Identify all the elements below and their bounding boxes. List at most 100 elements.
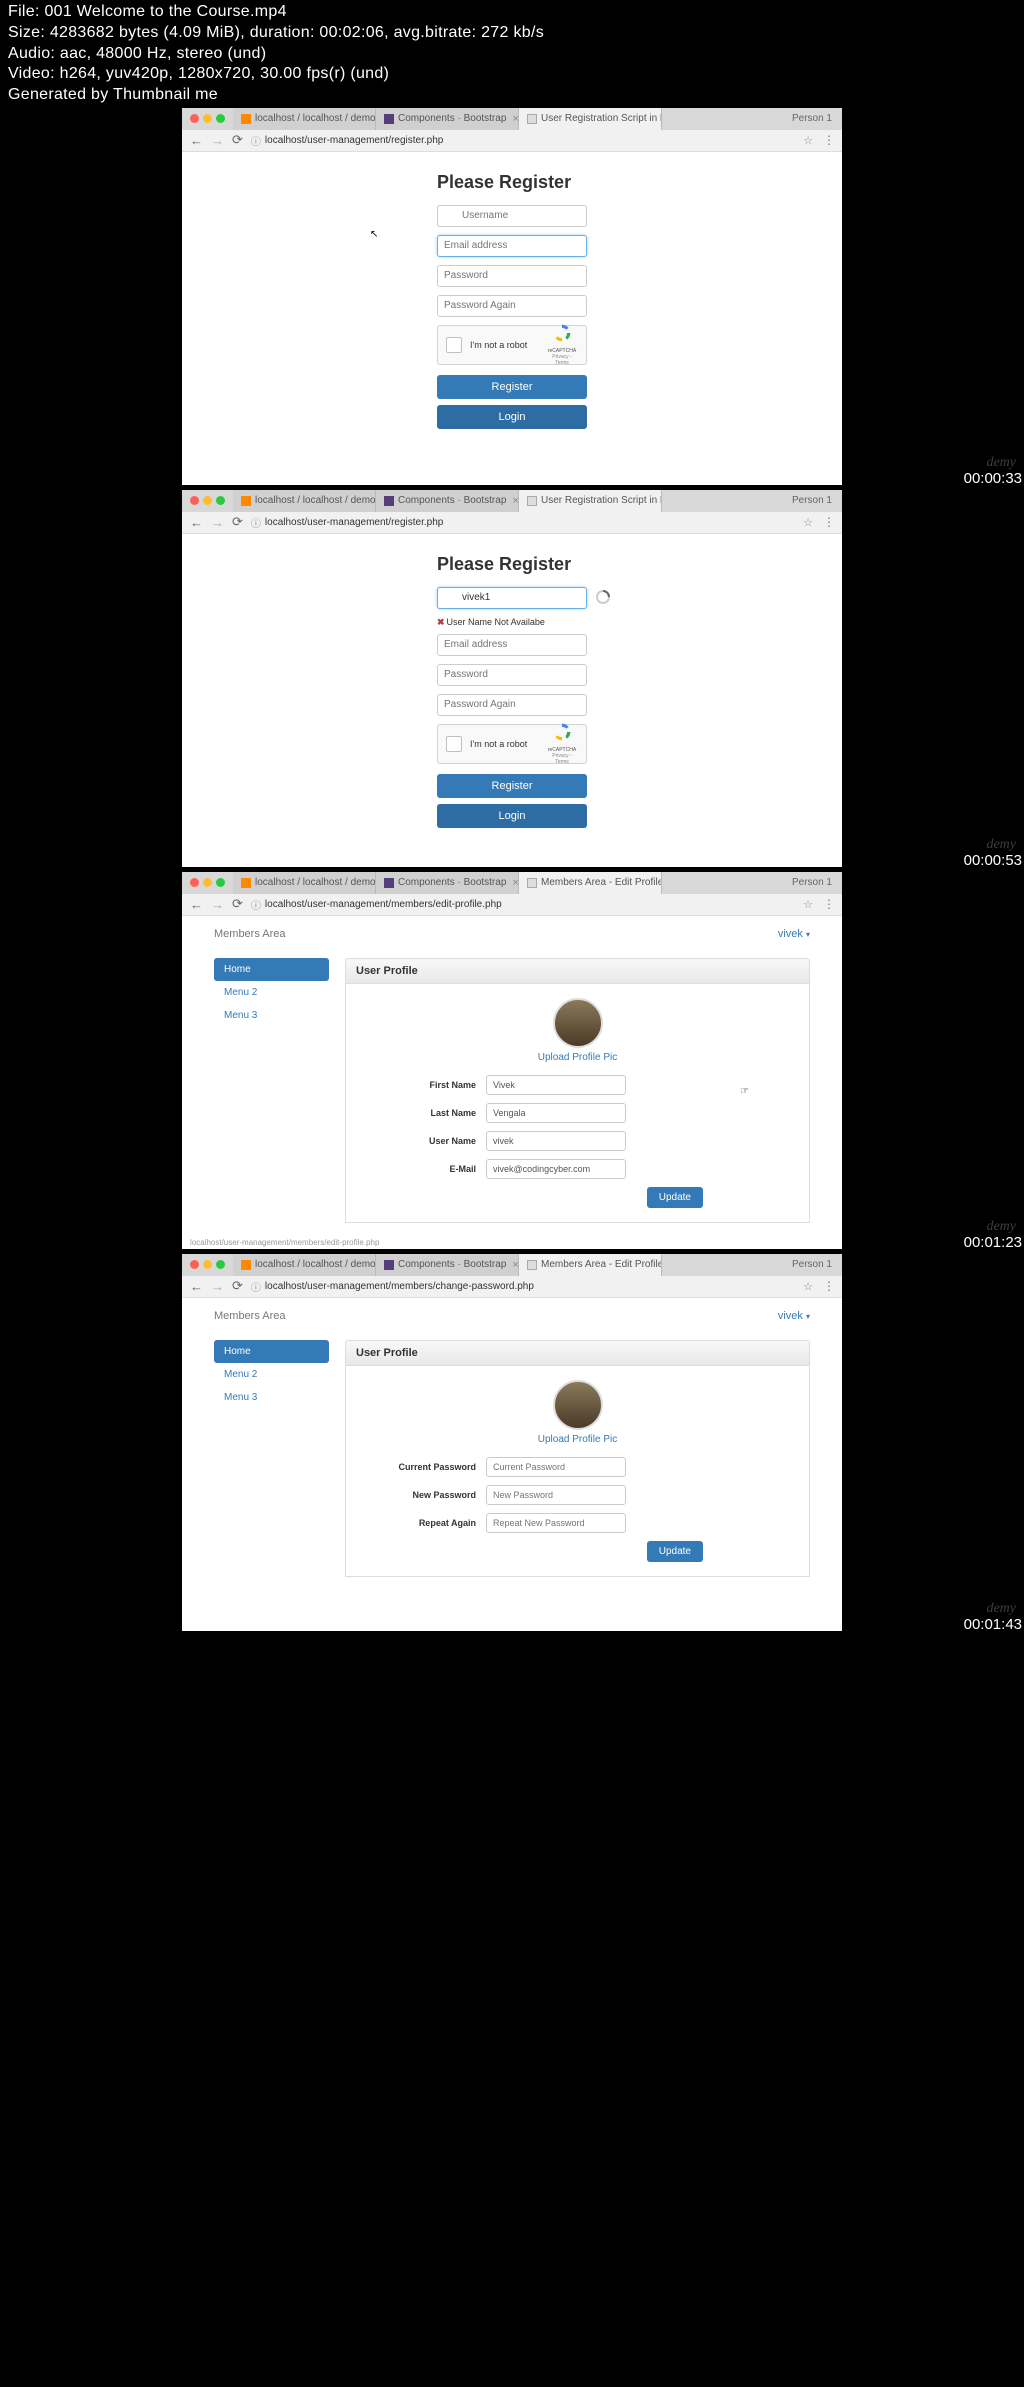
profile-label[interactable]: Person 1 (782, 877, 842, 888)
status-bar: localhost/user-management/members/edit-p… (182, 1236, 842, 1249)
recaptcha-logo: reCAPTCHA Privacy - Terms (546, 722, 578, 765)
brand[interactable]: Members Area (214, 928, 286, 940)
back-button[interactable]: ← (190, 897, 203, 912)
recaptcha-widget[interactable]: I'm not a robot reCAPTCHA Privacy - Term… (437, 325, 587, 365)
username-error: ✖User Name Not Availabe (437, 617, 587, 628)
username-input[interactable] (437, 587, 587, 609)
back-button[interactable]: ← (190, 1279, 203, 1294)
new-password-input[interactable] (486, 1485, 626, 1505)
tab-members[interactable]: Members Area - Edit Profile× (519, 1254, 662, 1276)
brand[interactable]: Members Area (214, 1310, 286, 1322)
tab-bootstrap[interactable]: Components · Bootstrap× (376, 872, 519, 894)
tab-bootstrap[interactable]: Components · Bootstrap× (376, 108, 519, 130)
password-again-input[interactable] (437, 295, 587, 317)
tab-phpmyadmin[interactable]: localhost / localhost / demo |× (233, 872, 376, 894)
sidebar-item-home[interactable]: Home (214, 1340, 329, 1363)
user-menu[interactable]: vivek ▾ (778, 928, 810, 940)
close-tab-icon[interactable]: × (512, 1259, 518, 1271)
reload-button[interactable]: ⟳ (232, 514, 243, 530)
profile-label[interactable]: Person 1 (782, 113, 842, 124)
bookmark-icon[interactable]: ☆ (803, 134, 813, 147)
bookmark-icon[interactable]: ☆ (803, 1280, 813, 1293)
chrome-menu-icon[interactable]: ⋮ (823, 133, 834, 147)
sidebar-item-menu2[interactable]: Menu 2 (214, 1363, 329, 1386)
firstname-input[interactable] (486, 1075, 626, 1095)
maximize-window-icon[interactable] (216, 114, 225, 123)
login-button[interactable]: Login (437, 405, 587, 429)
forward-button[interactable]: → (211, 1279, 224, 1294)
forward-button[interactable]: → (211, 515, 224, 530)
email-input[interactable] (486, 1159, 626, 1179)
tab-phpmyadmin[interactable]: localhost / localhost / demo |× (233, 1254, 376, 1276)
tab-phpmyadmin[interactable]: localhost / localhost / demo |× (233, 108, 376, 130)
username-input[interactable] (437, 205, 587, 227)
email-input[interactable] (437, 235, 587, 257)
tab-phpmyadmin[interactable]: localhost / localhost / demo |× (233, 490, 376, 512)
close-window-icon[interactable] (190, 114, 199, 123)
bookmark-icon[interactable]: ☆ (803, 898, 813, 911)
minimize-window-icon[interactable] (203, 878, 212, 887)
maximize-window-icon[interactable] (216, 496, 225, 505)
tab-register[interactable]: User Registration Script in PH× (519, 108, 662, 130)
url-field[interactable]: localhost/user-management/members/edit-p… (265, 899, 803, 910)
recaptcha-checkbox[interactable] (446, 337, 462, 353)
chrome-menu-icon[interactable]: ⋮ (823, 515, 834, 529)
update-button[interactable]: Update (647, 1187, 703, 1208)
tab-register[interactable]: User Registration Script in PH× (519, 490, 662, 512)
login-button[interactable]: Login (437, 804, 587, 828)
close-tab-icon[interactable]: × (512, 877, 518, 889)
upload-profile-link[interactable]: Upload Profile Pic (366, 1434, 789, 1445)
tab-members[interactable]: Members Area - Edit Profile× (519, 872, 662, 894)
browser-tabbar: localhost / localhost / demo |× Componen… (182, 872, 842, 894)
profile-label[interactable]: Person 1 (782, 1259, 842, 1270)
forward-button[interactable]: → (211, 897, 224, 912)
reload-button[interactable]: ⟳ (232, 132, 243, 148)
sidebar-item-menu3[interactable]: Menu 3 (214, 1386, 329, 1409)
password-input[interactable] (437, 265, 587, 287)
register-button[interactable]: Register (437, 375, 587, 399)
close-window-icon[interactable] (190, 878, 199, 887)
minimize-window-icon[interactable] (203, 1260, 212, 1269)
lastname-input[interactable] (486, 1103, 626, 1123)
close-tab-icon[interactable]: × (512, 495, 518, 507)
password-again-input[interactable] (437, 694, 587, 716)
recaptcha-checkbox[interactable] (446, 736, 462, 752)
maximize-window-icon[interactable] (216, 878, 225, 887)
chrome-menu-icon[interactable]: ⋮ (823, 1279, 834, 1293)
sidebar-item-menu2[interactable]: Menu 2 (214, 981, 329, 1004)
profile-label[interactable]: Person 1 (782, 495, 842, 506)
forward-button[interactable]: → (211, 133, 224, 148)
sidebar: Home Menu 2 Menu 3 (214, 958, 329, 1223)
upload-profile-link[interactable]: Upload Profile Pic (366, 1052, 789, 1063)
url-field[interactable]: localhost/user-management/members/change… (265, 1281, 803, 1292)
tab-bootstrap[interactable]: Components · Bootstrap× (376, 490, 519, 512)
bookmark-icon[interactable]: ☆ (803, 516, 813, 529)
username-input[interactable] (486, 1131, 626, 1151)
close-window-icon[interactable] (190, 1260, 199, 1269)
sidebar-item-home[interactable]: Home (214, 958, 329, 981)
register-button[interactable]: Register (437, 774, 587, 798)
sidebar-item-menu3[interactable]: Menu 3 (214, 1004, 329, 1027)
update-button[interactable]: Update (647, 1541, 703, 1562)
recaptcha-widget[interactable]: I'm not a robot reCAPTCHA Privacy - Term… (437, 724, 587, 764)
user-menu[interactable]: vivek ▾ (778, 1310, 810, 1322)
url-field[interactable]: localhost/user-management/register.php (265, 135, 803, 146)
password-input[interactable] (437, 664, 587, 686)
maximize-window-icon[interactable] (216, 1260, 225, 1269)
back-button[interactable]: ← (190, 133, 203, 148)
reload-button[interactable]: ⟳ (232, 896, 243, 912)
close-tab-icon[interactable]: × (512, 113, 518, 125)
phpmyadmin-icon (241, 1260, 251, 1270)
tab-bootstrap[interactable]: Components · Bootstrap× (376, 1254, 519, 1276)
reload-button[interactable]: ⟳ (232, 1278, 243, 1294)
repeat-password-input[interactable] (486, 1513, 626, 1533)
page-icon (527, 878, 537, 888)
url-field[interactable]: localhost/user-management/register.php (265, 517, 803, 528)
current-password-input[interactable] (486, 1457, 626, 1477)
back-button[interactable]: ← (190, 515, 203, 530)
chrome-menu-icon[interactable]: ⋮ (823, 897, 834, 911)
minimize-window-icon[interactable] (203, 496, 212, 505)
email-input[interactable] (437, 634, 587, 656)
minimize-window-icon[interactable] (203, 114, 212, 123)
close-window-icon[interactable] (190, 496, 199, 505)
